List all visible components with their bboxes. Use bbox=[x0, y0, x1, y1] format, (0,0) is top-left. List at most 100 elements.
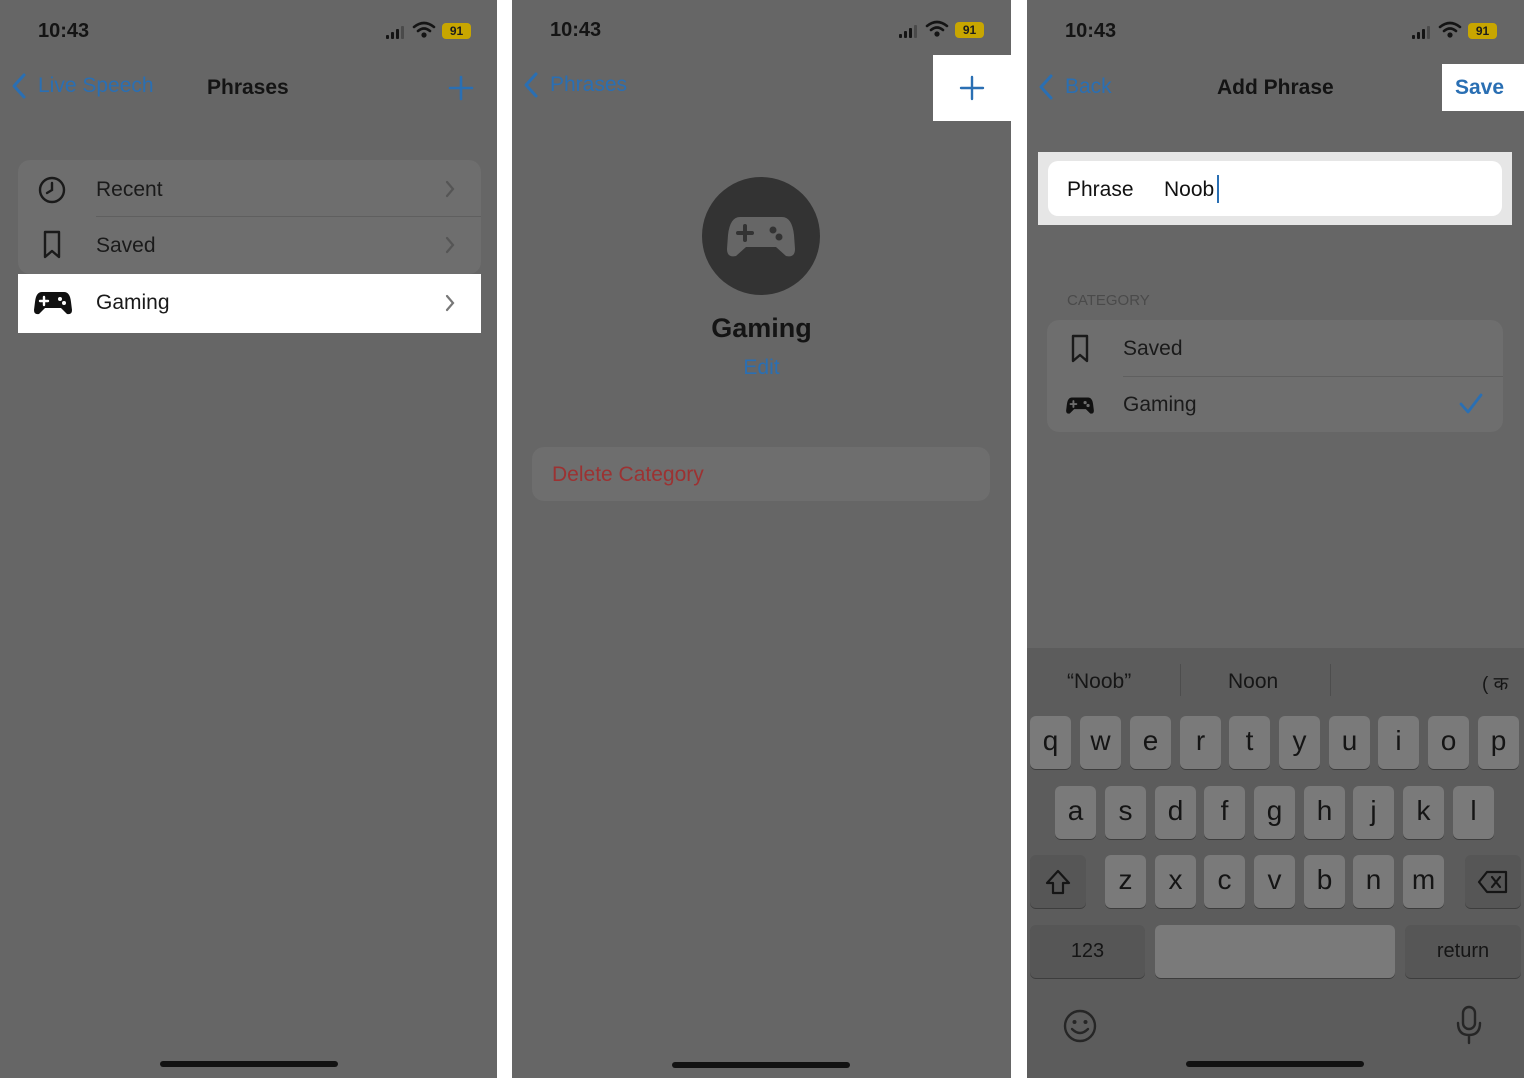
status-time: 10:43 bbox=[38, 20, 90, 42]
list-item-label: Saved bbox=[96, 234, 156, 257]
delete-category-button[interactable]: Delete Category bbox=[532, 447, 990, 501]
status-time: 10:43 bbox=[1065, 20, 1117, 42]
status-time: 10:43 bbox=[550, 19, 602, 41]
divider bbox=[1330, 664, 1331, 696]
suggestion-item[interactable]: ( क bbox=[1482, 670, 1508, 696]
key-k[interactable]: k bbox=[1403, 786, 1444, 839]
category-section-header: CATEGORY bbox=[1067, 292, 1150, 309]
key-n[interactable]: n bbox=[1353, 855, 1394, 908]
gamecontroller-icon bbox=[727, 217, 795, 257]
edit-category-link[interactable]: Edit bbox=[512, 356, 1011, 380]
category-avatar bbox=[702, 177, 820, 295]
battery-indicator: 91 bbox=[1468, 23, 1497, 39]
category-option-label: Gaming bbox=[1123, 393, 1197, 416]
list-item-recent[interactable]: Recent bbox=[18, 162, 481, 216]
key-a[interactable]: a bbox=[1055, 786, 1096, 839]
key-w[interactable]: w bbox=[1080, 716, 1121, 769]
back-button[interactable]: Back bbox=[1037, 73, 1112, 101]
home-indicator[interactable] bbox=[672, 1062, 850, 1068]
phrase-field[interactable]: Phrase Noob bbox=[1048, 161, 1502, 216]
add-phrase-button[interactable] bbox=[933, 55, 1011, 121]
list-item-label: Recent bbox=[96, 178, 163, 201]
category-option-saved[interactable]: Saved bbox=[1047, 321, 1503, 375]
key-o[interactable]: o bbox=[1428, 716, 1469, 769]
key-f[interactable]: f bbox=[1204, 786, 1245, 839]
checkmark-icon bbox=[1459, 393, 1483, 414]
home-indicator[interactable] bbox=[1186, 1061, 1364, 1067]
key-t[interactable]: t bbox=[1229, 716, 1270, 769]
chevron-left-icon bbox=[524, 72, 538, 98]
key-v[interactable]: v bbox=[1254, 855, 1295, 908]
chevron-left-icon bbox=[1039, 74, 1053, 100]
clock-icon bbox=[38, 176, 66, 204]
phrase-input[interactable]: Noob bbox=[1164, 178, 1214, 202]
key-u[interactable]: u bbox=[1329, 716, 1370, 769]
text-cursor bbox=[1217, 175, 1219, 203]
category-option-gaming[interactable]: Gaming bbox=[1047, 377, 1503, 431]
bookmark-icon bbox=[1071, 334, 1089, 363]
bookmark-icon bbox=[43, 230, 61, 259]
cellular-signal-icon bbox=[386, 25, 406, 39]
keyboard: “Noob” Noon ( क q w e r t y u i o p a s … bbox=[1027, 648, 1524, 1078]
back-button-phrases[interactable]: Phrases bbox=[522, 71, 627, 99]
key-j[interactable]: j bbox=[1353, 786, 1394, 839]
key-b[interactable]: b bbox=[1304, 855, 1345, 908]
add-category-button[interactable] bbox=[448, 75, 474, 101]
key-x[interactable]: x bbox=[1155, 855, 1196, 908]
cellular-signal-icon bbox=[1412, 25, 1432, 39]
delete-key[interactable] bbox=[1465, 855, 1521, 908]
space-key[interactable] bbox=[1155, 925, 1395, 978]
key-z[interactable]: z bbox=[1105, 855, 1146, 908]
key-s[interactable]: s bbox=[1105, 786, 1146, 839]
key-m[interactable]: m bbox=[1403, 855, 1444, 908]
key-i[interactable]: i bbox=[1378, 716, 1419, 769]
numbers-key[interactable]: 123 bbox=[1030, 925, 1145, 978]
suggestion-item[interactable]: Noon bbox=[1228, 670, 1278, 694]
gamecontroller-icon bbox=[1066, 397, 1094, 414]
key-p[interactable]: p bbox=[1478, 716, 1519, 769]
gamecontroller-icon bbox=[34, 292, 72, 315]
chevron-right-icon bbox=[445, 236, 455, 254]
key-q[interactable]: q bbox=[1030, 716, 1071, 769]
delete-category-label: Delete Category bbox=[552, 463, 704, 486]
battery-indicator: 91 bbox=[955, 22, 984, 38]
cellular-signal-icon bbox=[899, 24, 919, 38]
suggestion-bar: “Noob” Noon ( क bbox=[1027, 648, 1524, 714]
list-item-saved[interactable]: Saved bbox=[18, 218, 481, 272]
chevron-left-icon bbox=[12, 73, 26, 99]
back-button-label: Phrases bbox=[550, 73, 628, 96]
page-title: Phrases bbox=[207, 76, 289, 99]
page-title: Add Phrase bbox=[1217, 76, 1334, 99]
key-h[interactable]: h bbox=[1304, 786, 1345, 839]
key-g[interactable]: g bbox=[1254, 786, 1295, 839]
key-l[interactable]: l bbox=[1453, 786, 1494, 839]
back-button-live-speech[interactable]: Live Speech bbox=[10, 72, 154, 100]
battery-indicator: 91 bbox=[442, 23, 471, 39]
save-button-label: Save bbox=[1455, 76, 1505, 99]
add-phrase-screen: 10:43 91 Back Add Phrase Save Phrase Noo… bbox=[1027, 0, 1524, 1078]
save-button[interactable]: Save bbox=[1442, 64, 1524, 111]
suggestion-item[interactable]: “Noob” bbox=[1067, 670, 1131, 694]
return-key[interactable]: return bbox=[1405, 925, 1521, 978]
home-indicator[interactable] bbox=[160, 1061, 338, 1067]
emoji-icon[interactable] bbox=[1062, 1008, 1098, 1044]
category-detail-screen: 10:43 91 Phrases Gaming Edit Delete Cate… bbox=[512, 0, 1011, 1078]
divider bbox=[96, 216, 481, 217]
key-d[interactable]: d bbox=[1155, 786, 1196, 839]
phrase-field-highlight: Phrase Noob bbox=[1038, 152, 1512, 225]
wifi-icon bbox=[925, 20, 949, 37]
back-button-label: Back bbox=[1065, 75, 1112, 98]
chevron-right-icon bbox=[445, 294, 455, 312]
key-c[interactable]: c bbox=[1204, 855, 1245, 908]
list-item-gaming[interactable]: Gaming bbox=[18, 274, 481, 333]
wifi-icon bbox=[1438, 21, 1462, 38]
key-y[interactable]: y bbox=[1279, 716, 1320, 769]
microphone-icon[interactable] bbox=[1455, 1005, 1483, 1045]
key-r[interactable]: r bbox=[1180, 716, 1221, 769]
wifi-icon bbox=[412, 21, 436, 38]
key-e[interactable]: e bbox=[1130, 716, 1171, 769]
backspace-icon bbox=[1477, 870, 1508, 894]
category-option-label: Saved bbox=[1123, 337, 1183, 360]
shift-key[interactable] bbox=[1030, 855, 1086, 908]
phrase-label: Phrase bbox=[1067, 178, 1134, 201]
